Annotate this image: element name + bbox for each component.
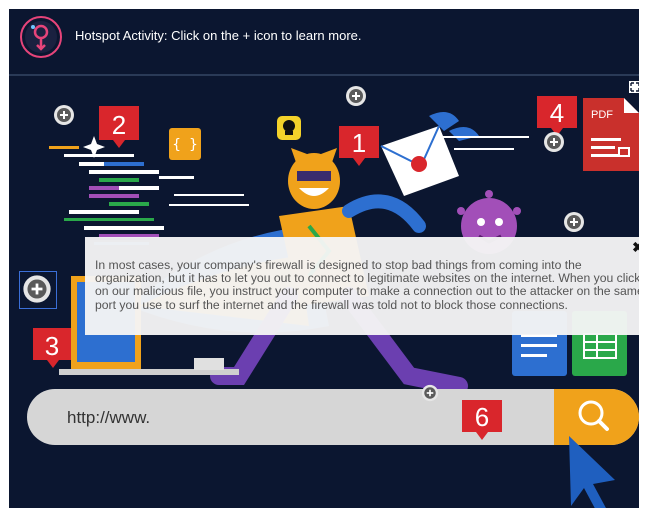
- hotspot-plus-button[interactable]: [421, 384, 439, 402]
- svg-text:3: 3: [45, 331, 59, 361]
- hotspot-marker-2: 2: [99, 106, 139, 148]
- svg-text:1: 1: [352, 128, 366, 158]
- header-bar: Hotspot Activity: Click on the + icon to…: [9, 9, 639, 75]
- brand-logo-icon: [20, 16, 62, 58]
- page-title: Hotspot Activity: Click on the + icon to…: [75, 28, 362, 43]
- fullscreen-icon[interactable]: [629, 81, 639, 93]
- close-icon[interactable]: ✖: [631, 240, 639, 254]
- hotspot-plus-button[interactable]: [53, 104, 75, 126]
- pdf-document-icon: PDF: [583, 98, 639, 171]
- hotspot-marker-1: 1: [339, 126, 379, 166]
- code-lines-graphic: [49, 146, 249, 245]
- code-braces-tile: { }: [169, 128, 201, 160]
- hotspot-marker-3: 3: [33, 328, 71, 368]
- skull-icon: [277, 116, 301, 140]
- hotspot-plus-button[interactable]: [543, 131, 565, 153]
- hotspot-plus-button-active[interactable]: [22, 274, 52, 304]
- hotspot-activity-frame: Hotspot Activity: Click on the + icon to…: [9, 9, 639, 508]
- motion-line: [439, 136, 529, 138]
- mouse-cursor-icon: [569, 436, 615, 508]
- svg-text:2: 2: [112, 110, 126, 140]
- url-text: http://www.: [67, 408, 151, 427]
- svg-text:PDF: PDF: [591, 109, 613, 121]
- svg-text:{ }: { }: [172, 137, 197, 153]
- motion-line: [454, 148, 514, 150]
- svg-text:6: 6: [475, 402, 489, 432]
- svg-text:4: 4: [550, 98, 564, 128]
- hotspot-plus-button[interactable]: [345, 85, 367, 107]
- popup-text: In most cases, your company's firewall i…: [95, 258, 639, 312]
- hotspot-plus-button[interactable]: [563, 211, 585, 233]
- hotspot-info-popup: ✖ In most cases, your company's firewall…: [85, 237, 639, 335]
- hotspot-marker-4: 4: [537, 96, 577, 136]
- malicious-email-icon: [380, 112, 479, 196]
